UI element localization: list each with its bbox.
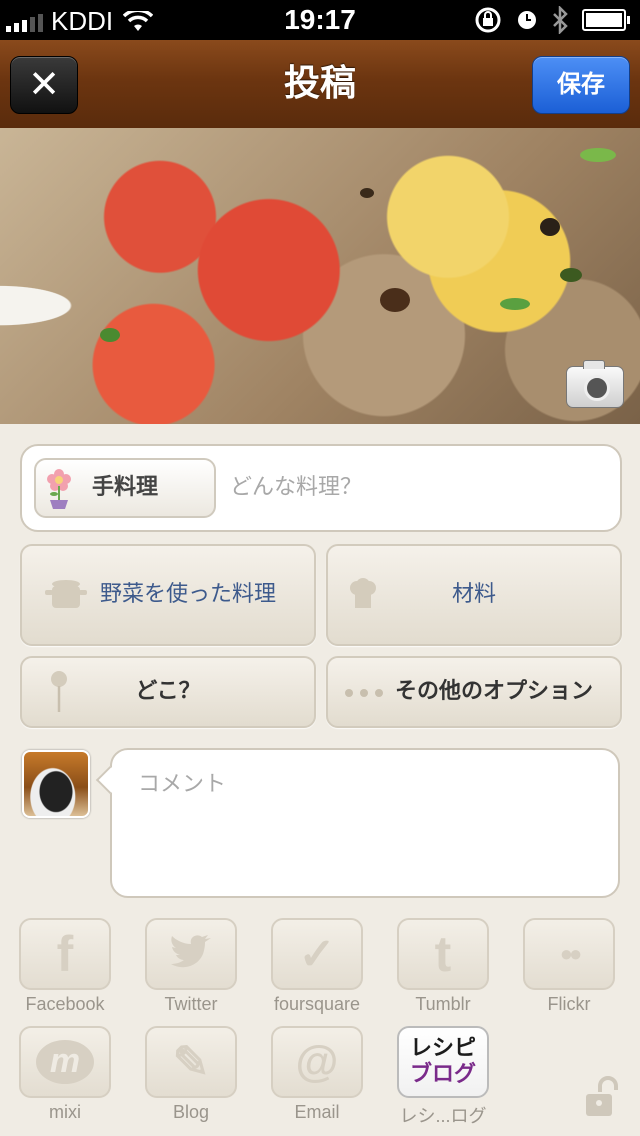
dish-type-button[interactable]: 野菜を使った料理 [20,544,316,646]
location-label: どこ？ [135,679,201,704]
photo-detail [580,148,616,162]
status-right [474,6,630,34]
dish-name-input[interactable] [228,464,602,510]
food-photo[interactable] [0,128,640,424]
ingredients-button[interactable]: 材料 [326,544,622,646]
ingredients-label: 材料 [451,582,496,607]
tumblr-icon: t [397,918,489,990]
photo-detail [500,298,530,310]
share-facebook[interactable]: f Facebook [10,918,120,1015]
mixi-glyph: m [36,1040,94,1084]
more-options-button[interactable]: その他のオプション [326,656,622,728]
share-label: Twitter [164,994,218,1014]
recipe-blog-icon: レシピ ブログ [397,1026,489,1098]
photo-detail [540,218,560,236]
share-email[interactable]: @ Email [262,1026,372,1123]
camera-icon[interactable] [566,360,624,408]
email-icon: @ [271,1026,363,1098]
unlocked-padlock-icon[interactable] [584,1076,620,1118]
photo-detail [560,268,582,282]
share-label: Blog [172,1102,210,1122]
twitter-bird-icon [171,935,211,968]
avatar[interactable] [22,750,90,818]
photo-detail [100,328,120,342]
dish-name-field: 手料理 [20,444,622,532]
navigation-bar: 投稿 ✕ 保存 [0,40,640,128]
share-label: foursquare [273,994,361,1014]
share-label: Facebook [25,994,105,1014]
share-mixi[interactable]: m mixi [10,1026,120,1123]
share-label: mixi [49,1102,81,1122]
comment-input[interactable] [136,764,600,878]
more-options-label: その他のオプション [394,679,593,704]
share-flickr[interactable]: ●● Flickr [514,918,624,1015]
comment-box [110,748,620,898]
dish-type-label: 野菜を使った料理 [99,582,276,607]
share-label: Tumblr [415,994,471,1014]
alarm-clock-icon [518,11,536,29]
category-label: 手料理 [92,475,159,500]
recipe-blog-line2: ブログ [409,1062,476,1087]
twitter-icon [145,918,237,990]
facebook-icon: f [19,918,111,990]
share-foursquare[interactable]: ✓ foursquare [262,918,372,1015]
bluetooth-icon [553,6,568,34]
rotation-lock-icon [475,7,501,33]
photo-detail [380,288,410,312]
share-label: Flickr [547,994,591,1014]
share-label: Email [294,1102,340,1122]
flower-icon [47,469,71,509]
share-tumblr[interactable]: t Tumblr [388,918,498,1015]
flickr-icon: ●● [523,918,615,990]
foursquare-icon: ✓ [271,918,363,990]
share-label: レシ...ログ [399,1106,487,1126]
photo-detail [360,188,374,198]
blog-icon: ✎ [145,1026,237,1098]
category-button[interactable]: 手料理 [34,458,216,518]
battery-icon [582,9,630,31]
mixi-icon: m [19,1026,111,1098]
share-blog[interactable]: ✎ Blog [136,1026,246,1123]
share-twitter[interactable]: Twitter [136,918,246,1015]
save-button[interactable]: 保存 [532,56,630,114]
status-bar: KDDI 19:17 [0,0,640,40]
share-recipe-blog[interactable]: レシピ ブログ レシ...ログ [388,1026,498,1128]
close-button[interactable]: ✕ [10,56,78,114]
location-button[interactable]: どこ？ [20,656,316,728]
recipe-blog-line1: レシピ [409,1036,476,1061]
